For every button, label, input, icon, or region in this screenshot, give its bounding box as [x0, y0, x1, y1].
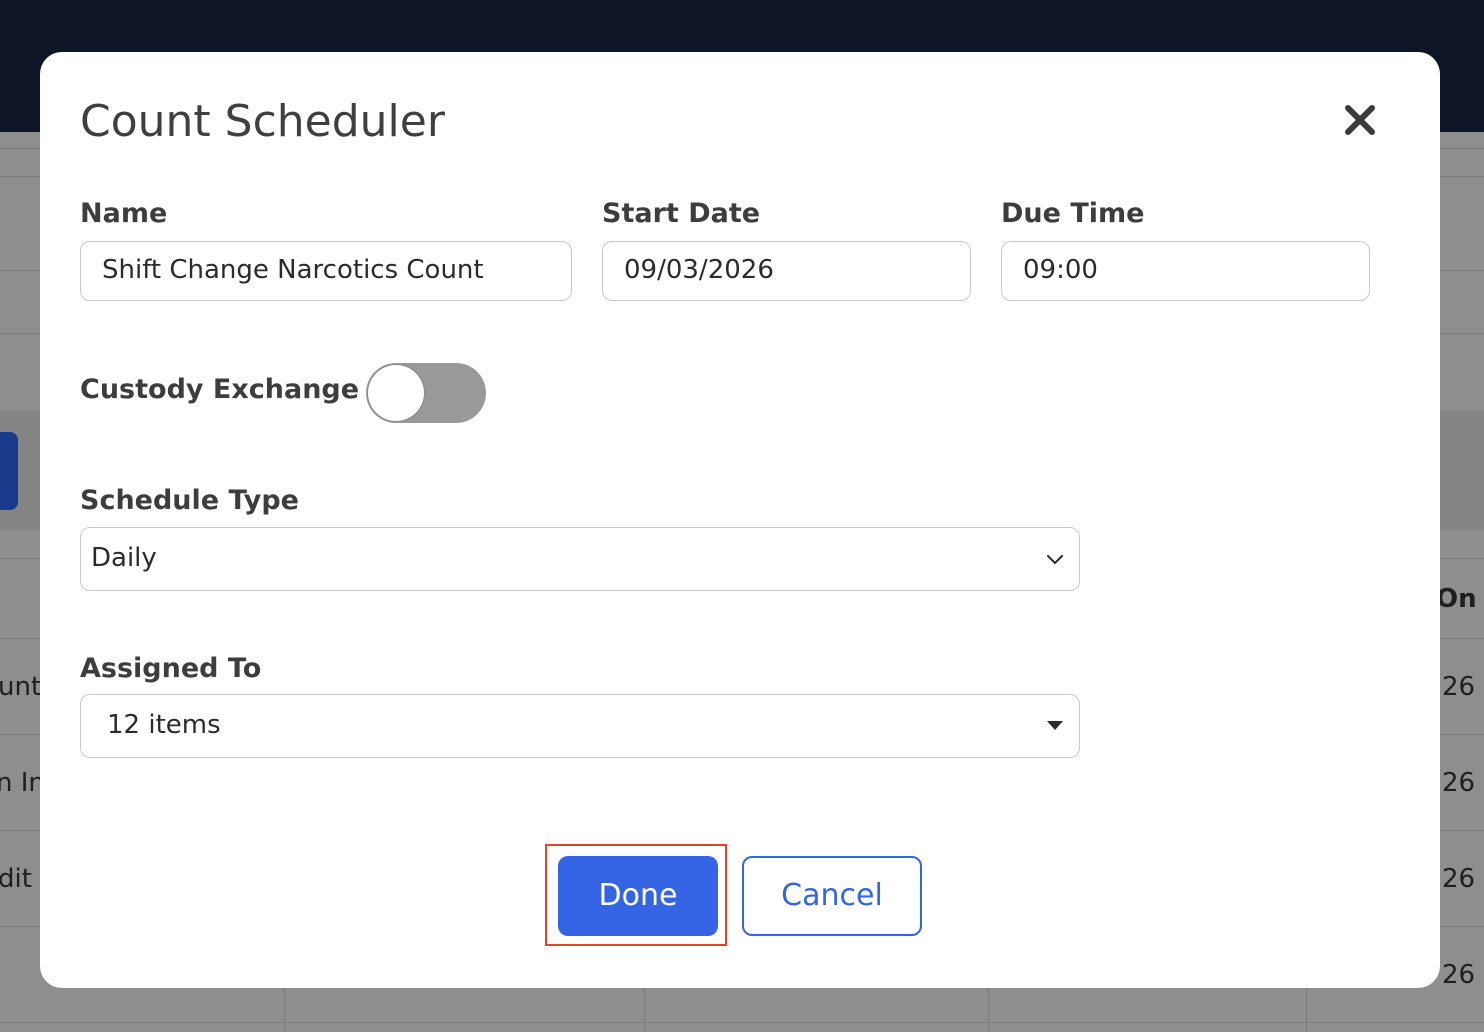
cancel-button[interactable]: Cancel: [742, 856, 922, 936]
schedule-type-label: Schedule Type: [80, 485, 299, 516]
close-icon: [1345, 105, 1375, 135]
assigned-to-value: 12 items: [107, 710, 221, 740]
background-cell: n In: [0, 768, 45, 798]
done-button[interactable]: Done: [558, 856, 718, 936]
due-time-label: Due Time: [1001, 198, 1145, 229]
schedule-type-value: Daily: [91, 543, 157, 573]
background-cell: 26: [1442, 768, 1476, 798]
assigned-to-select[interactable]: 12 items: [80, 694, 1080, 758]
chevron-down-icon: [1047, 555, 1063, 564]
name-label: Name: [80, 198, 168, 229]
count-scheduler-dialog: Count Scheduler Name Shift Change Narcot…: [40, 52, 1440, 988]
due-time-input[interactable]: 09:00: [1001, 241, 1370, 301]
background-cell: 26: [1442, 864, 1476, 894]
close-button[interactable]: [1340, 100, 1380, 140]
caret-down-icon: [1047, 721, 1063, 730]
start-date-input[interactable]: 09/03/2026: [602, 241, 971, 301]
name-input[interactable]: Shift Change Narcotics Count: [80, 241, 572, 301]
toggle-knob: [368, 365, 424, 421]
background-cell: dit: [0, 864, 32, 894]
schedule-type-select[interactable]: Daily: [80, 527, 1080, 591]
assigned-to-label: Assigned To: [80, 653, 262, 684]
background-cell: 26: [1442, 960, 1476, 990]
background-cell: unt: [0, 672, 42, 702]
custody-exchange-label: Custody Exchange: [80, 374, 360, 405]
background-column-header: On: [1436, 584, 1477, 614]
dialog-title: Count Scheduler: [80, 96, 445, 147]
background-cell: 26: [1442, 672, 1476, 702]
custody-exchange-toggle[interactable]: [366, 363, 486, 423]
start-date-label: Start Date: [602, 198, 761, 229]
background-button: [0, 432, 18, 510]
background-divider: [0, 1022, 1484, 1023]
